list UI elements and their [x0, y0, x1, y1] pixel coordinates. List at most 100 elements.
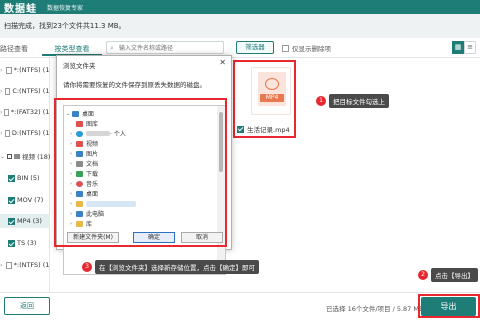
new-folder-button[interactable]: 新建文件夹(M): [67, 232, 119, 243]
sidebar-item-mov[interactable]: MOV (7): [0, 193, 52, 207]
sidebar-item-label: *:(NTFS) (1): [13, 261, 52, 269]
show-deleted-checkbox[interactable]: [282, 44, 289, 52]
redacted-name: [86, 200, 136, 207]
list-view-icon[interactable]: ≡: [464, 41, 476, 54]
user-folder-icon: [76, 200, 83, 207]
cancel-button[interactable]: 取消: [181, 232, 223, 243]
checkbox-checked[interactable]: [8, 217, 15, 225]
checkbox-checked[interactable]: [8, 239, 15, 247]
hint-2: 2 点击【导出】: [418, 268, 478, 282]
title-bar: 数据蛙 数据恢复专家: [0, 0, 480, 15]
tab-path-view[interactable]: 路径查看: [0, 42, 38, 56]
back-button[interactable]: 返回: [4, 297, 50, 315]
tree-item[interactable]: › 图片: [70, 149, 98, 158]
tree-item[interactable]: › 视频: [70, 139, 98, 148]
view-switch: ▦ ≡: [452, 41, 476, 54]
sidebar-item-mp4[interactable]: MP4 (3): [0, 214, 52, 228]
app-logo: 数据蛙: [4, 3, 37, 15]
tree-item[interactable]: › 音乐: [70, 179, 98, 188]
sidebar: › *:(NTFS) (1) › C:(NTFS) (1) › *:(FAT32) (…: [0, 58, 52, 292]
desktop-icon: [72, 110, 79, 117]
sidebar-item-ts[interactable]: TS (3): [0, 236, 52, 250]
selection-status: 已选择 16个文件/项目 / 5.87 MB: [326, 305, 424, 313]
export-button[interactable]: 导出: [421, 297, 476, 316]
sidebar-item-label: *:(NTFS) (1): [13, 66, 52, 74]
tree-item[interactable]: › 桌面: [70, 189, 98, 198]
tree-item[interactable]: › 库: [70, 219, 92, 228]
sidebar-item-label: TS (3): [17, 239, 37, 247]
scan-info-bar: 扫描完成，找到23个文件共11.3 MB。: [0, 14, 480, 38]
footer-bar: 返回 已选择 16个文件/项目 / 5.87 MB 导出: [0, 292, 480, 320]
file-select[interactable]: 生活记录.mp4: [237, 124, 290, 134]
checkbox-checked[interactable]: [8, 174, 15, 182]
redacted-name: [86, 131, 110, 136]
tab-type-view[interactable]: 按类型查看: [42, 42, 102, 56]
sidebar-item-label: MP4 (3): [17, 217, 42, 225]
chevron-down-icon[interactable]: ⌄: [0, 153, 7, 160]
scrollbar-thumb[interactable]: [219, 112, 223, 172]
desktop-folder-icon: [76, 190, 83, 197]
tree-item[interactable]: › 此电脑: [70, 209, 104, 218]
tree-item-label: 桌面: [86, 191, 99, 198]
video-icon: [14, 153, 20, 159]
tree-item[interactable]: › · 个人: [70, 129, 126, 138]
tree-item-label: 视频: [86, 141, 99, 148]
sidebar-item-label: MOV (7): [17, 196, 44, 204]
tree-scrollbar[interactable]: [217, 106, 225, 274]
folder-tree[interactable]: ⌄ 桌面 图库 › · 个人 › 视频 › 图片 › 文档 › 下载 › 音乐 › 桌面 › ›…: [63, 105, 226, 275]
hint-1: 1 把目标文件勾选上: [316, 94, 389, 108]
ok-button[interactable]: 确定: [133, 232, 175, 243]
gallery-icon: [76, 120, 83, 127]
music-folder-icon: [76, 180, 83, 187]
download-folder-icon: [76, 170, 83, 177]
tree-item-label: 图片: [86, 151, 99, 158]
checkbox[interactable]: [4, 87, 11, 95]
checkbox[interactable]: [4, 108, 9, 116]
search-box[interactable]: ⌕: [106, 41, 224, 54]
checkbox[interactable]: [5, 261, 12, 269]
filter-button[interactable]: 筛选器: [236, 41, 274, 54]
scan-summary: 扫描完成，找到23个文件共11.3 MB。: [4, 22, 126, 30]
grid-view-icon[interactable]: ▦: [452, 41, 464, 54]
hint-text: 把目标文件勾选上: [329, 94, 389, 108]
tree-item[interactable]: 图库: [76, 119, 98, 128]
tree-item[interactable]: › 文档: [70, 159, 98, 168]
tree-item-label: 下载: [86, 171, 99, 178]
tree-item-label: 桌面: [82, 111, 95, 118]
video-folder-icon: [76, 140, 83, 147]
checkbox-checked[interactable]: [8, 196, 15, 204]
file-checkbox-checked[interactable]: [237, 125, 244, 133]
tree-item-label: · 个人: [110, 131, 126, 138]
sidebar-item-video[interactable]: ⌄ 视频 (18): [0, 149, 52, 163]
sidebar-item[interactable]: › C:(NTFS) (1): [0, 84, 52, 98]
library-icon: [76, 220, 83, 227]
sidebar-item[interactable]: › *:(NTFS) (1): [0, 63, 52, 77]
tree-item-label: 库: [86, 221, 93, 228]
checkbox[interactable]: [5, 66, 12, 74]
close-icon[interactable]: ✕: [219, 58, 226, 67]
tree-item[interactable]: › 下载: [70, 169, 98, 178]
tree-item[interactable]: ›: [70, 199, 136, 208]
search-input[interactable]: [119, 43, 219, 53]
sidebar-item[interactable]: › *:(FAT32) (1): [0, 105, 52, 119]
tree-item[interactable]: ⌄ 桌面: [66, 109, 94, 118]
show-deleted-toggle[interactable]: 仅显示删除项: [282, 43, 331, 53]
show-deleted-label: 仅显示删除项: [292, 45, 331, 53]
dialog-description: 请你将需要恢复的文件保存到原丢失数据的磁盘。: [63, 81, 206, 89]
file-thumbnail[interactable]: MP4: [251, 67, 291, 115]
search-icon: ⌕: [110, 44, 114, 52]
sidebar-item-bin[interactable]: BIN (5): [0, 171, 52, 185]
sidebar-item-label: D:(NTFS) (1): [11, 129, 52, 137]
tree-item-label: 图库: [86, 121, 99, 128]
sidebar-item[interactable]: › D:(NTFS) (1): [0, 126, 52, 140]
tree-item-label: 文档: [86, 161, 99, 168]
file-name: 生活记录.mp4: [247, 126, 290, 134]
partial-checkbox[interactable]: [7, 153, 12, 159]
hint-text: 点击【导出】: [431, 268, 478, 282]
sidebar-item-label: *:(FAT32) (1): [10, 108, 52, 116]
sidebar-item[interactable]: › *:(NTFS) (1): [0, 258, 52, 272]
hint-number: 3: [82, 262, 92, 272]
sidebar-item-label: BIN (5): [17, 174, 40, 182]
checkbox[interactable]: [4, 129, 10, 137]
browse-folder-dialog: 浏览文件夹 ✕ 请你将需要恢复的文件保存到原丢失数据的磁盘。 ⌄ 桌面 图库 › ·…: [56, 55, 232, 275]
